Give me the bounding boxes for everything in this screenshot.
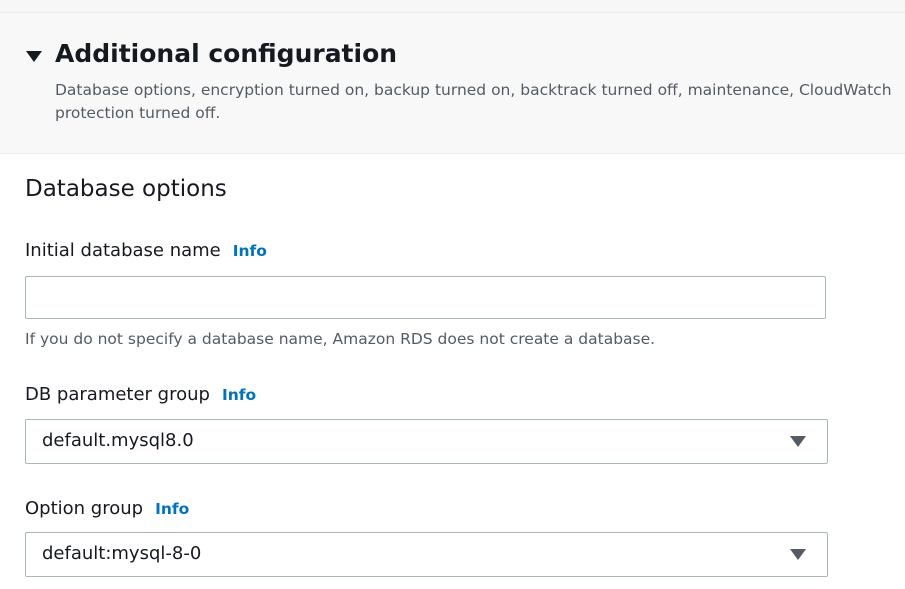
initial-database-name-label: Initial database name Info <box>25 240 267 261</box>
initial-database-name-info-link[interactable]: Info <box>233 242 267 260</box>
description-line-2: protection turned off. <box>55 104 221 122</box>
rds-create-database-page: Additional configuration Database option… <box>0 0 905 589</box>
db-parameter-group-selected-value: default.mysql8.0 <box>42 430 194 451</box>
db-parameter-group-select[interactable]: default.mysql8.0 <box>25 419 828 464</box>
caret-down-icon[interactable] <box>26 51 42 62</box>
initial-database-name-input[interactable] <box>25 276 826 319</box>
option-group-selected-value: default:mysql-8-0 <box>42 543 202 564</box>
dropdown-caret-icon <box>790 436 806 447</box>
dropdown-caret-icon <box>790 549 806 560</box>
option-group-info-link[interactable]: Info <box>155 500 189 518</box>
db-parameter-group-label-text: DB parameter group <box>25 384 210 405</box>
option-group-label: Option group Info <box>25 498 189 519</box>
additional-configuration-title[interactable]: Additional configuration <box>55 39 397 68</box>
option-group-select[interactable]: default:mysql-8-0 <box>25 532 828 577</box>
db-parameter-group-info-link[interactable]: Info <box>222 386 256 404</box>
option-group-label-text: Option group <box>25 498 144 519</box>
initial-database-name-label-text: Initial database name <box>25 240 221 261</box>
top-strip <box>0 0 905 13</box>
db-parameter-group-label: DB parameter group Info <box>25 384 256 405</box>
database-options-title: Database options <box>25 176 227 202</box>
additional-configuration-description: Database options, encryption turned on, … <box>55 79 905 125</box>
initial-database-name-hint: If you do not specify a database name, A… <box>25 330 656 348</box>
description-line-1: Database options, encryption turned on, … <box>55 81 892 99</box>
